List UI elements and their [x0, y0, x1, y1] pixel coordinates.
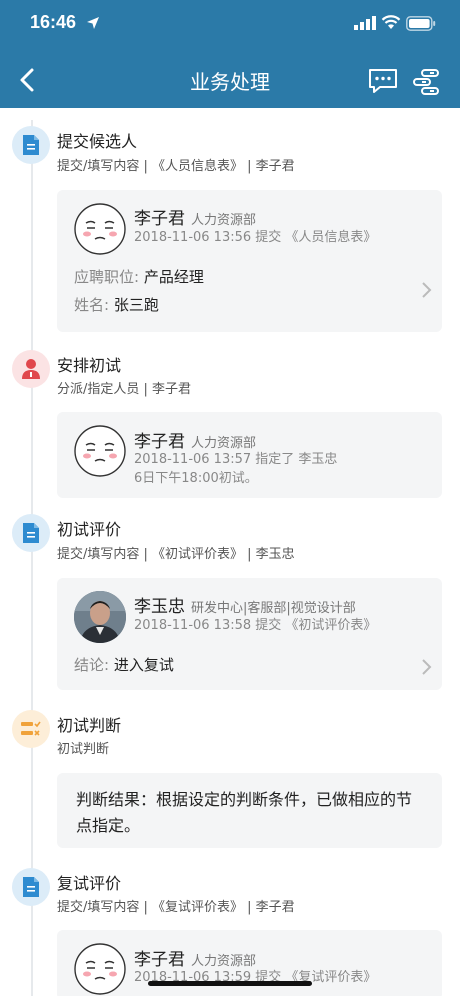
- timeline-line: [31, 120, 33, 996]
- avatar: [74, 591, 126, 643]
- step-title: 复试评价: [57, 874, 122, 893]
- name-text: 李子君: [134, 432, 185, 452]
- person-assign-icon: [12, 350, 50, 388]
- step-subtitle: 提交/填写内容 | 《初试评价表》 | 李玉忠: [57, 547, 295, 562]
- evaluator-name: 李玉忠 研发中心|客服部|视觉设计部: [134, 592, 356, 617]
- step-title: 初试评价: [57, 520, 122, 539]
- field-label: 姓名:: [74, 296, 114, 314]
- chat-icon[interactable]: [368, 68, 398, 94]
- department: 人力资源部: [191, 436, 257, 451]
- workflow-icon[interactable]: [412, 68, 442, 96]
- battery-icon: [406, 16, 436, 31]
- field-label: 应聘职位:: [74, 268, 144, 286]
- name-text: 李子君: [134, 950, 185, 970]
- step-title: 安排初试: [57, 356, 122, 375]
- department: 人力资源部: [191, 954, 257, 969]
- location-arrow-icon: [87, 17, 99, 29]
- wifi-icon: [381, 15, 401, 29]
- judgement-card: 判断结果：根据设定的判断条件，已做相应的节点指定。: [57, 773, 442, 848]
- chevron-right-icon: [422, 282, 432, 298]
- field-value: 产品经理: [143, 268, 204, 286]
- field-name: 姓名: 张三跑: [74, 294, 159, 315]
- step-subtitle: 初试判断: [57, 742, 110, 757]
- step-subtitle: 分派/指定人员 | 李子君: [57, 382, 192, 397]
- action-text: 2018-11-06 13:58 提交 《初试评价表》: [134, 618, 377, 633]
- avatar: [74, 425, 126, 477]
- submission-card[interactable]: 李子君 人力资源部 2018-11-06 13:56 提交 《人员信息表》 应聘职…: [57, 190, 442, 332]
- status-time: 16:46: [30, 12, 77, 32]
- second-evaluation-card[interactable]: 李子君 人力资源部 2018-11-06 13:59 提交 《复试评价表》: [57, 930, 442, 996]
- submitter-name: 李子君 人力资源部: [134, 204, 256, 229]
- nav-bar: 业务处理: [0, 54, 460, 106]
- submitter-name: 李子君 人力资源部: [134, 945, 256, 970]
- department: 人力资源部: [191, 213, 257, 228]
- field-value: 张三跑: [113, 296, 159, 314]
- document-icon: [12, 868, 50, 906]
- assignment-card: 李子君 人力资源部 2018-11-06 13:57 指定了 李玉忠 6日下午18…: [57, 412, 442, 498]
- evaluation-card[interactable]: 李玉忠 研发中心|客服部|视觉设计部 2018-11-06 13:58 提交 《初…: [57, 578, 442, 690]
- home-indicator[interactable]: [148, 981, 312, 986]
- name-text: 李玉忠: [134, 597, 185, 617]
- field-value: 进入复试: [113, 656, 174, 674]
- step-title: 初试判断: [57, 716, 122, 735]
- document-icon: [12, 126, 50, 164]
- field-position: 应聘职位: 产品经理: [74, 266, 204, 287]
- action-text: 2018-11-06 13:56 提交 《人员信息表》: [134, 230, 377, 245]
- name-text: 李子君: [134, 209, 185, 229]
- document-icon: [12, 514, 50, 552]
- step-subtitle: 提交/填写内容 | 《复试评价表》 | 李子君: [57, 900, 295, 915]
- avatar: [74, 203, 126, 255]
- action-text-line2: 6日下午18:00初试。: [134, 471, 258, 486]
- chevron-right-icon: [422, 659, 432, 675]
- judgement-result-text: 判断结果：根据设定的判断条件，已做相应的节点指定。: [76, 790, 413, 835]
- action-text-line1: 2018-11-06 13:57 指定了 李玉忠: [134, 452, 338, 467]
- assigner-name: 李子君 人力资源部: [134, 427, 256, 452]
- status-bar: 16:46: [0, 0, 460, 48]
- avatar: [74, 943, 126, 995]
- field-label: 结论:: [74, 656, 114, 674]
- department: 研发中心|客服部|视觉设计部: [191, 601, 356, 616]
- cellular-signal-icon: [354, 16, 376, 30]
- field-conclusion: 结论: 进入复试: [74, 654, 174, 675]
- step-subtitle: 提交/填写内容 | 《人员信息表》 | 李子君: [57, 159, 295, 174]
- app-header: 16:46 业务处理: [0, 0, 460, 108]
- condition-icon: [12, 710, 50, 748]
- step-title: 提交候选人: [57, 132, 138, 151]
